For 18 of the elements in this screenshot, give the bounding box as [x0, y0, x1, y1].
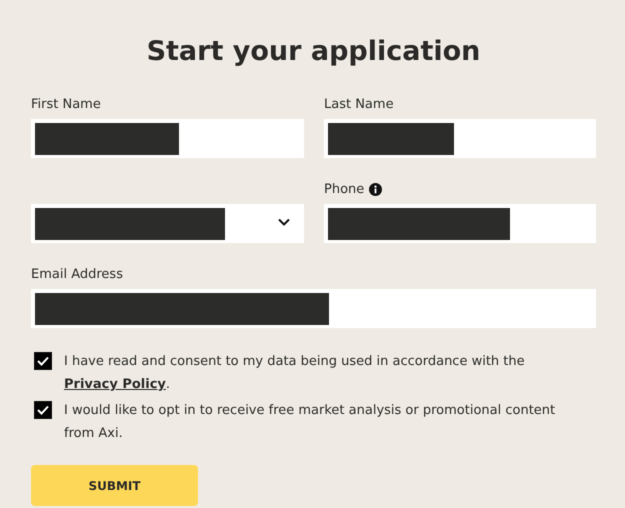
checkbox[interactable] [34, 401, 52, 419]
field-label: Phone [324, 182, 364, 196]
submit-button[interactable]: SUBMIT [31, 465, 198, 506]
consent-text: I would like to opt in to receive free market analysis or promotional content from Axi. [64, 402, 556, 443]
privacy-policy-link[interactable]: Privacy Policy [64, 377, 166, 392]
field-label: Last Name [324, 96, 394, 112]
input-field[interactable] [31, 289, 596, 328]
input-field[interactable] [324, 204, 596, 243]
page-title: Start your application [146, 36, 482, 67]
consent-text: I have read and consent to my data being used in accordance with the Privacy Policy. [64, 353, 526, 394]
info-icon[interactable] [369, 182, 382, 196]
field-label: Email Address [31, 266, 123, 282]
chevron-down-icon [278, 218, 290, 226]
checkbox[interactable] [34, 352, 52, 370]
input-field[interactable] [31, 119, 304, 158]
field-label: First Name [31, 96, 101, 112]
input-field[interactable] [324, 119, 596, 158]
dropdown-field[interactable] [31, 204, 304, 243]
